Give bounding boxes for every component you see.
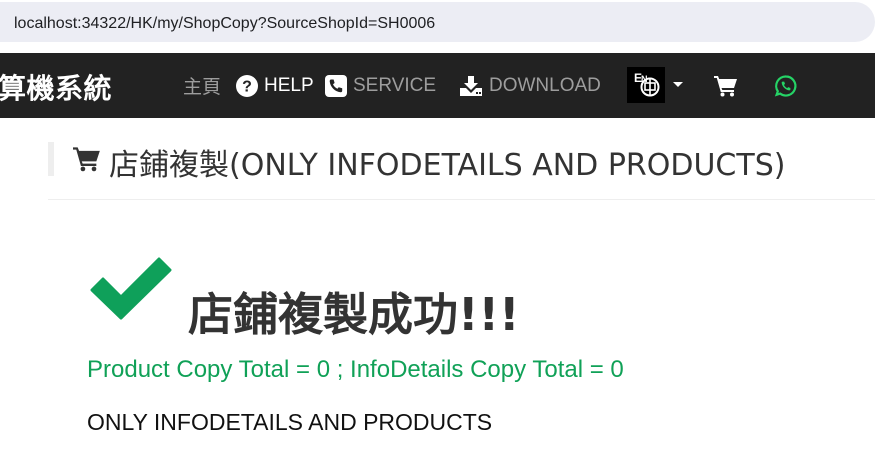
copy-summary: Product Copy Total = 0 ; InfoDetails Cop… (87, 356, 624, 383)
nav-home-label: 主頁 (183, 77, 222, 98)
phone-icon (325, 74, 347, 97)
page-title-text: 店鋪複製(ONLY INFODETAILS AND PRODUCTS) (109, 148, 786, 183)
download-icon (459, 75, 483, 97)
en-zh-language-icon: E N (631, 68, 661, 103)
language-switcher[interactable]: E N (627, 67, 665, 103)
page-title: 店鋪複製(ONLY INFODETAILS AND PRODUCTS) (73, 140, 785, 184)
brand-title[interactable]: 算機系統 (0, 67, 112, 107)
nav-service-label: SERVICE (353, 74, 437, 96)
nav-cart[interactable] (714, 53, 738, 118)
top-navbar: 算機系統 主頁 ? HELP SERVICE DOWNLOAD (0, 53, 875, 118)
nav-download-label: DOWNLOAD (489, 74, 601, 96)
nav-whatsapp[interactable] (774, 53, 798, 118)
checkmark-icon (88, 256, 174, 325)
svg-text:?: ? (242, 78, 252, 95)
url-field[interactable]: localhost:34322/HK/my/ShopCopy?SourceSho… (0, 2, 875, 42)
whatsapp-icon (774, 74, 798, 98)
nav-service[interactable]: SERVICE (325, 53, 436, 118)
page-header-accent (48, 142, 54, 176)
shopping-cart-icon (714, 75, 738, 97)
chevron-down-icon[interactable] (673, 82, 683, 87)
nav-home[interactable]: 主頁 (183, 53, 221, 118)
help-icon: ? (236, 74, 258, 97)
shopping-cart-icon (73, 145, 101, 180)
copy-mode: ONLY INFODETAILS AND PRODUCTS (87, 409, 493, 435)
url-text[interactable]: localhost:34322/HK/my/ShopCopy?SourceSho… (14, 15, 435, 33)
browser-address-bar: localhost:34322/HK/my/ShopCopy?SourceSho… (0, 0, 875, 44)
nav-download[interactable]: DOWNLOAD (459, 53, 601, 118)
nav-help[interactable]: ? HELP (236, 53, 314, 118)
header-divider (48, 199, 875, 200)
success-heading: 店鋪複製成功!!! (188, 288, 520, 341)
nav-help-label: HELP (264, 74, 314, 96)
